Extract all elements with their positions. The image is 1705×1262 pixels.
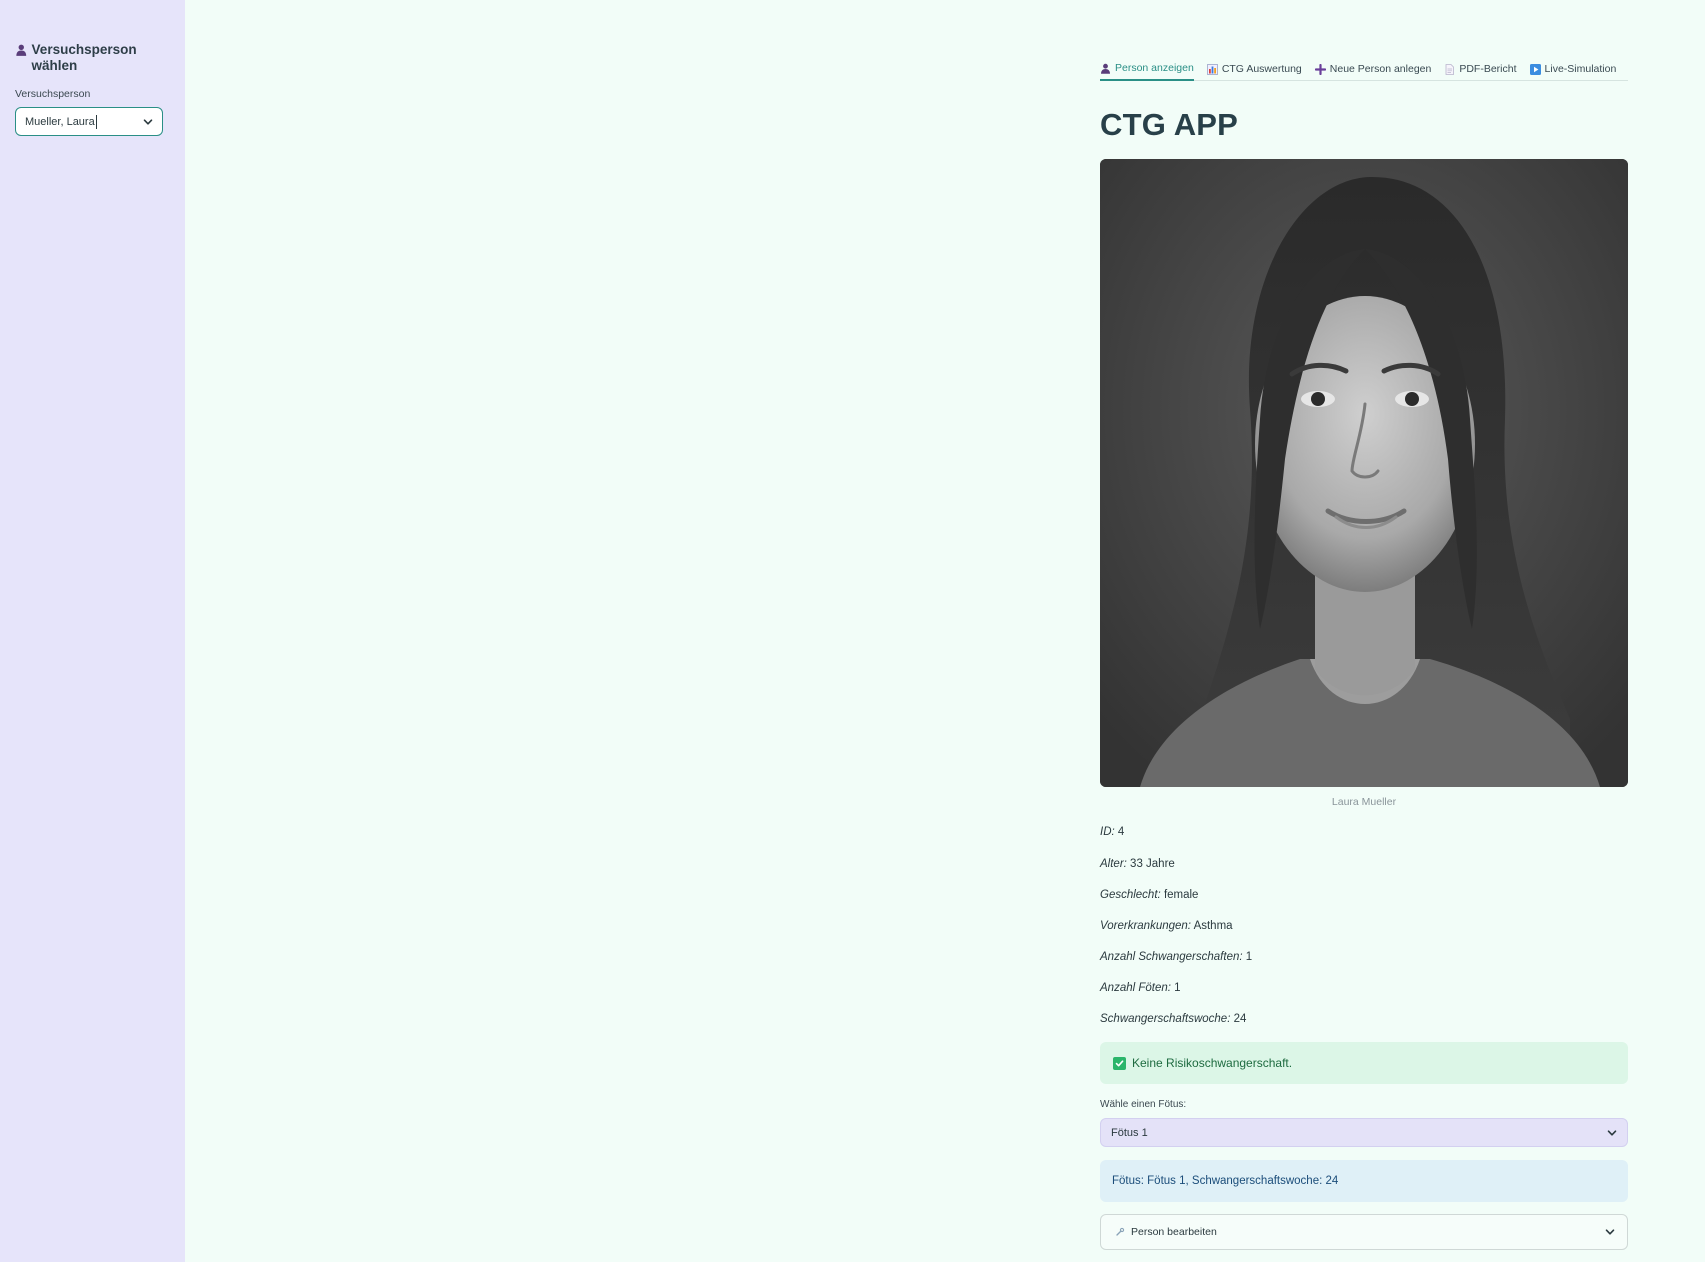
fact-value: 33 Jahre — [1130, 858, 1175, 870]
play-icon — [1529, 63, 1541, 75]
fact-label: Anzahl Föten: — [1100, 982, 1171, 994]
sidebar-title-text: Versuchsperson wählen — [31, 42, 137, 73]
fetus-info-text: Fötus: Fötus 1, Schwangerschaftswoche: 2… — [1112, 1175, 1339, 1187]
sidebar: Versuchsperson wählen Versuchsperson Mue… — [0, 0, 185, 1262]
fact-label: Geschlecht: — [1100, 889, 1161, 901]
tab-label: PDF-Bericht — [1459, 63, 1517, 75]
fact-anzahl-schwangerschaften: Anzahl Schwangerschaften: 1 — [1100, 951, 1252, 963]
fact-value: female — [1163, 889, 1199, 901]
tab-live-simulation[interactable]: Live-Simulation — [1529, 55, 1617, 81]
fact-vorerkrankungen: Vorerkrankungen: Asthma — [1100, 920, 1233, 932]
fetus-info-alert: Fötus: Fötus 1, Schwangerschaftswoche: 2… — [1100, 1160, 1628, 1202]
fact-schwangerschaftswoche: Schwangerschaftswoche: 24 — [1100, 1013, 1246, 1025]
tab-label: Neue Person anlegen — [1329, 63, 1432, 75]
chart-icon — [1206, 63, 1218, 75]
fetus-select-label: Wähle einen Fötus: — [1100, 1099, 1187, 1110]
portrait-image — [1100, 159, 1628, 787]
tab-ctg-auswertung[interactable]: CTG Auswertung — [1206, 55, 1302, 81]
fact-label: Vorerkrankungen: — [1100, 920, 1191, 932]
page-title: CTG APP — [1100, 107, 1239, 142]
fact-alter: Alter: 33 Jahre — [1100, 858, 1175, 870]
tab-label: Person anzeigen — [1115, 62, 1194, 74]
fact-label: Anzahl Schwangerschaften: — [1100, 951, 1243, 963]
text-caret — [95, 114, 97, 129]
fact-value: 1 — [1174, 982, 1181, 994]
tab-neue-person-anlegen[interactable]: Neue Person anlegen — [1314, 55, 1432, 81]
chevron-down-icon — [143, 118, 153, 125]
tab-bar: Person anzeigen CTG Auswertung Neue Pers… — [1100, 55, 1628, 81]
fact-anzahl-foeten: Anzahl Föten: 1 — [1100, 982, 1181, 994]
chevron-down-icon — [1605, 1229, 1615, 1235]
fact-value: 4 — [1117, 826, 1125, 838]
person-select[interactable]: Mueller, Laura — [15, 107, 163, 136]
document-icon — [1445, 63, 1455, 75]
risk-status-alert: Keine Risikoschwangerschaft. — [1100, 1042, 1628, 1084]
person-photo — [1100, 159, 1628, 787]
fact-id: ID: 4 — [1100, 826, 1124, 838]
person-icon — [16, 44, 27, 56]
person-icon — [1101, 63, 1110, 74]
checkmark-icon — [1113, 1056, 1126, 1070]
fetus-select[interactable]: Fötus 1 — [1100, 1118, 1628, 1147]
fetus-select-value: Fötus 1 — [1111, 1126, 1148, 1139]
expander-label: Person bearbeiten — [1131, 1226, 1217, 1238]
person-select-value: Mueller, Laura — [25, 115, 95, 128]
fact-label: Schwangerschaftswoche: — [1100, 1013, 1231, 1025]
chevron-down-icon — [1607, 1129, 1617, 1136]
fact-value: 24 — [1233, 1013, 1247, 1025]
tab-person-anzeigen[interactable]: Person anzeigen — [1100, 55, 1194, 81]
fact-geschlecht: Geschlecht: female — [1100, 889, 1198, 901]
plus-icon — [1314, 63, 1326, 75]
photo-caption: Laura Mueller — [1331, 796, 1397, 808]
person-select-label: Versuchsperson — [15, 88, 91, 100]
tab-pdf-bericht[interactable]: PDF-Bericht — [1444, 55, 1517, 81]
edit-person-expander[interactable]: Person bearbeiten — [1100, 1214, 1628, 1250]
fact-label: Alter: — [1100, 858, 1127, 870]
risk-status-text: Keine Risikoschwangerschaft. — [1132, 1056, 1293, 1070]
fact-label: ID: — [1100, 826, 1115, 838]
tab-label: Live-Simulation — [1544, 63, 1617, 75]
tab-label: CTG Auswertung — [1221, 63, 1302, 75]
sidebar-title: Versuchsperson wählen — [15, 42, 170, 74]
fact-value: 1 — [1245, 951, 1253, 963]
fact-value: Asthma — [1193, 920, 1233, 932]
wrench-icon — [1116, 1227, 1125, 1236]
